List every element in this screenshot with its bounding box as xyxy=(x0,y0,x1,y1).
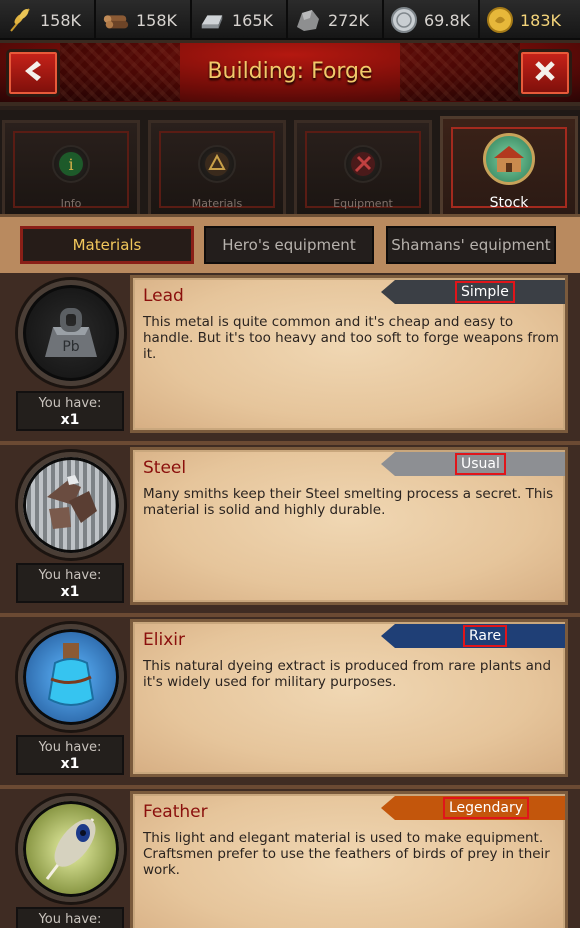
svg-text:i: i xyxy=(68,155,73,174)
list-item[interactable]: You have: x1 Elixir Rare This natural dy… xyxy=(0,617,580,789)
ingot-icon xyxy=(198,6,226,34)
resource-wood[interactable]: 158K xyxy=(96,0,192,40)
material-name: Feather xyxy=(143,802,208,822)
resource-bar: 158K 158K 165K 272K 69.8K 183K xyxy=(0,0,580,40)
lead-weight-icon: Pb xyxy=(18,280,124,386)
material-name: Elixir xyxy=(143,630,185,650)
wheat-icon xyxy=(6,6,34,34)
forge-screen: 158K 158K 165K 272K 69.8K 183K Building:… xyxy=(0,0,580,928)
resource-value: 158K xyxy=(136,10,178,30)
tab-stock[interactable]: Stock xyxy=(440,116,578,214)
resource-value: 69.8K xyxy=(424,10,471,30)
silver-coin-icon xyxy=(390,6,418,34)
subtab-materials[interactable]: Materials xyxy=(20,226,194,264)
tab-equipment[interactable]: Equipment xyxy=(294,120,432,214)
quantity-box: You have: xyxy=(16,907,124,928)
close-button[interactable] xyxy=(518,49,572,97)
rarity-ribbon: Simple xyxy=(381,280,565,304)
rarity-badge: Usual xyxy=(455,453,506,475)
quantity-label: You have: xyxy=(38,740,102,755)
material-card: Lead Simple This metal is quite common a… xyxy=(130,275,568,433)
resource-value: 272K xyxy=(328,10,370,30)
resource-gold[interactable]: 183K xyxy=(480,0,580,40)
quantity-label: You have: xyxy=(38,568,102,583)
resource-value: 183K xyxy=(520,10,562,30)
resource-stone[interactable]: 272K xyxy=(288,0,384,40)
building-tabs: i Info Materials Equipment Stock xyxy=(0,110,580,214)
quantity-box: You have: x1 xyxy=(16,735,124,775)
material-card: Steel Usual Many smiths keep their Steel… xyxy=(130,447,568,605)
rarity-ribbon: Rare xyxy=(381,624,565,648)
resource-value: 165K xyxy=(232,10,274,30)
tab-label: Materials xyxy=(191,197,243,210)
rarity-badge: Simple xyxy=(455,281,515,303)
chevron-left-icon xyxy=(19,57,47,89)
materials-list: Pb You have: x1 Lead Simple This metal i… xyxy=(0,273,580,928)
material-description: This light and elegant material is used … xyxy=(143,830,550,878)
rarity-ribbon: Usual xyxy=(381,452,565,476)
list-item[interactable]: You have: Feather Legendary This light a… xyxy=(0,789,580,928)
rarity-ribbon: Legendary xyxy=(381,796,565,820)
material-description: Many smiths keep their Steel smelting pr… xyxy=(143,486,554,518)
sub-tabs: Materials Hero's equipment Shamans' equi… xyxy=(0,217,580,273)
equipment-icon xyxy=(344,145,382,183)
ribbon-arrow xyxy=(381,796,395,820)
feather-icon xyxy=(18,796,124,902)
quantity-box: You have: x1 xyxy=(16,391,124,431)
quantity-value: x1 xyxy=(60,412,80,428)
materials-icon xyxy=(198,145,236,183)
tab-info[interactable]: i Info xyxy=(2,120,140,214)
tab-label: Equipment xyxy=(333,197,393,210)
page-title: Building: Forge xyxy=(207,59,373,84)
title-bar: Building: Forge xyxy=(0,40,580,106)
steel-ore-icon xyxy=(18,452,124,558)
quantity-label: You have: xyxy=(38,912,102,927)
quantity-box: You have: x1 xyxy=(16,563,124,603)
quantity-value: x1 xyxy=(60,584,80,600)
resource-wheat[interactable]: 158K xyxy=(0,0,96,40)
quantity-label: You have: xyxy=(38,396,102,411)
ribbon-arrow xyxy=(381,624,395,648)
subtab-heros-equipment[interactable]: Hero's equipment xyxy=(204,226,374,264)
rarity-badge: Rare xyxy=(463,625,508,647)
back-button[interactable] xyxy=(6,49,60,97)
quantity-value: x1 xyxy=(60,756,80,772)
material-card: Feather Legendary This light and elegant… xyxy=(130,791,568,928)
logs-icon xyxy=(102,6,130,34)
tab-materials[interactable]: Materials xyxy=(148,120,286,214)
material-card: Elixir Rare This natural dyeing extract … xyxy=(130,619,568,777)
material-name: Lead xyxy=(143,286,184,306)
info-icon: i xyxy=(52,145,90,183)
stone-icon xyxy=(294,6,322,34)
tab-label: Info xyxy=(60,197,82,210)
material-description: This metal is quite common and it's chea… xyxy=(143,314,559,362)
elixir-bottle-icon xyxy=(18,624,124,730)
resource-silver[interactable]: 69.8K xyxy=(384,0,480,40)
resource-iron[interactable]: 165K xyxy=(192,0,288,40)
close-icon xyxy=(531,57,559,89)
svg-text:Pb: Pb xyxy=(62,339,79,355)
stock-house-icon xyxy=(483,133,535,185)
list-item[interactable]: Pb You have: x1 Lead Simple This metal i… xyxy=(0,273,580,445)
material-description: This natural dyeing extract is produced … xyxy=(143,658,552,690)
subtab-shamans-equipment[interactable]: Shamans' equipment xyxy=(386,226,556,264)
gold-coin-icon xyxy=(486,6,514,34)
rarity-badge: Legendary xyxy=(443,797,530,819)
list-item[interactable]: You have: x1 Steel Usual Many smiths kee… xyxy=(0,445,580,617)
tab-label: Stock xyxy=(489,195,529,211)
material-name: Steel xyxy=(143,458,187,478)
resource-value: 158K xyxy=(40,10,82,30)
ribbon-arrow xyxy=(381,452,395,476)
stock-panel: Materials Hero's equipment Shamans' equi… xyxy=(0,214,580,928)
ribbon-arrow xyxy=(381,280,395,304)
